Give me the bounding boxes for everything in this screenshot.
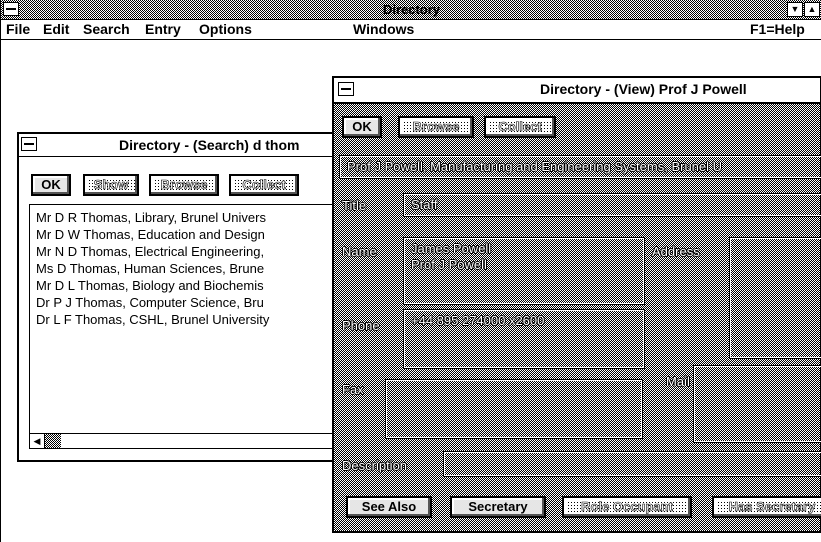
- menu-file[interactable]: File: [6, 21, 30, 37]
- list-item[interactable]: Mr D R Thomas, Library, Brunel Univers: [36, 209, 339, 226]
- help-hint: F1=Help: [750, 21, 805, 37]
- view-system-menu-icon[interactable]: [338, 82, 354, 96]
- scroll-left-icon[interactable]: ◀: [30, 434, 45, 448]
- list-item[interactable]: Mr N D Thomas, Electrical Engineering,: [36, 243, 339, 260]
- search-window-title: Directory - (Search) d thom: [119, 137, 300, 153]
- address-label: Address: [652, 244, 700, 259]
- view-browse-button[interactable]: Browse: [398, 116, 474, 138]
- maximize-icon[interactable]: ▲: [804, 2, 820, 17]
- list-item[interactable]: Mr D W Thomas, Education and Design: [36, 226, 339, 243]
- view-title-bar[interactable]: Directory - (View) Prof J Powell: [334, 78, 820, 104]
- mail-field[interactable]: [693, 365, 821, 443]
- role-occupant-button[interactable]: Role Occupant: [562, 496, 692, 518]
- title-field[interactable]: Staff: [403, 193, 821, 217]
- view-window: Directory - (View) Prof J Powell OK Brow…: [332, 76, 821, 533]
- list-item[interactable]: Ms D Thomas, Human Sciences, Brune: [36, 260, 339, 277]
- list-item[interactable]: Dr L F Thomas, CSHL, Brunel University: [36, 311, 339, 328]
- description-label: Description: [342, 458, 408, 473]
- menu-entry[interactable]: Entry: [145, 21, 181, 37]
- name-line-1: James Powell: [411, 241, 492, 256]
- scroll-thumb[interactable]: [45, 434, 61, 448]
- secretary-button[interactable]: Secretary: [450, 496, 546, 518]
- search-results-list[interactable]: Mr D R Thomas, Library, Brunel Univers M…: [29, 204, 345, 442]
- search-browse-button[interactable]: Browse: [149, 174, 219, 196]
- menu-search[interactable]: Search: [83, 21, 130, 37]
- entry-header-field: Prof J Powell, Manufacturing and Enginee…: [339, 155, 821, 179]
- menu-bar: File Edit Search Entry Options Windows F…: [1, 20, 821, 40]
- minimize-icon[interactable]: ▼: [787, 2, 803, 17]
- view-ok-button[interactable]: OK: [342, 116, 382, 138]
- menu-windows[interactable]: Windows: [353, 21, 414, 37]
- horizontal-scrollbar[interactable]: ◀: [29, 433, 345, 449]
- title-label: Title: [342, 198, 367, 213]
- app-title: Directory: [382, 2, 441, 17]
- list-item[interactable]: Dr P J Thomas, Computer Science, Bru: [36, 294, 339, 311]
- name-line-2: Prof J Powell: [411, 257, 487, 272]
- app-title-bar[interactable]: Directory ▼ ▲: [1, 0, 821, 20]
- search-title-bar[interactable]: Directory - (Search) d thom: [19, 134, 345, 157]
- search-show-button[interactable]: Show: [83, 174, 139, 196]
- see-also-button[interactable]: See Also: [346, 496, 432, 518]
- directory-app-window: Directory ▼ ▲ File Edit Search Entry Opt…: [0, 0, 821, 542]
- view-window-title: Directory - (View) Prof J Powell: [540, 81, 747, 97]
- menu-edit[interactable]: Edit: [43, 21, 69, 37]
- mail-label: Mail: [666, 374, 690, 389]
- search-window: Directory - (Search) d thom OK Show Brow…: [17, 132, 347, 462]
- search-system-menu-icon[interactable]: [21, 137, 37, 151]
- search-ok-button[interactable]: OK: [31, 174, 71, 196]
- name-label: Name: [342, 244, 377, 259]
- address-field[interactable]: [729, 237, 821, 359]
- fax-field[interactable]: [385, 379, 643, 439]
- menu-options[interactable]: Options: [199, 21, 252, 37]
- phone-label: Phone: [342, 318, 380, 333]
- view-collect-button[interactable]: Collect: [484, 116, 556, 138]
- fax-label: Fax: [342, 382, 364, 397]
- has-secretary-button[interactable]: Has Secretary: [712, 496, 821, 518]
- phone-field[interactable]: +44 895 274000 x2600: [403, 309, 645, 369]
- search-collect-button[interactable]: Collect: [229, 174, 299, 196]
- description-field[interactable]: [443, 451, 821, 477]
- name-field[interactable]: James Powell Prof J Powell: [403, 237, 645, 305]
- list-item[interactable]: Mr D L Thomas, Biology and Biochemis: [36, 277, 339, 294]
